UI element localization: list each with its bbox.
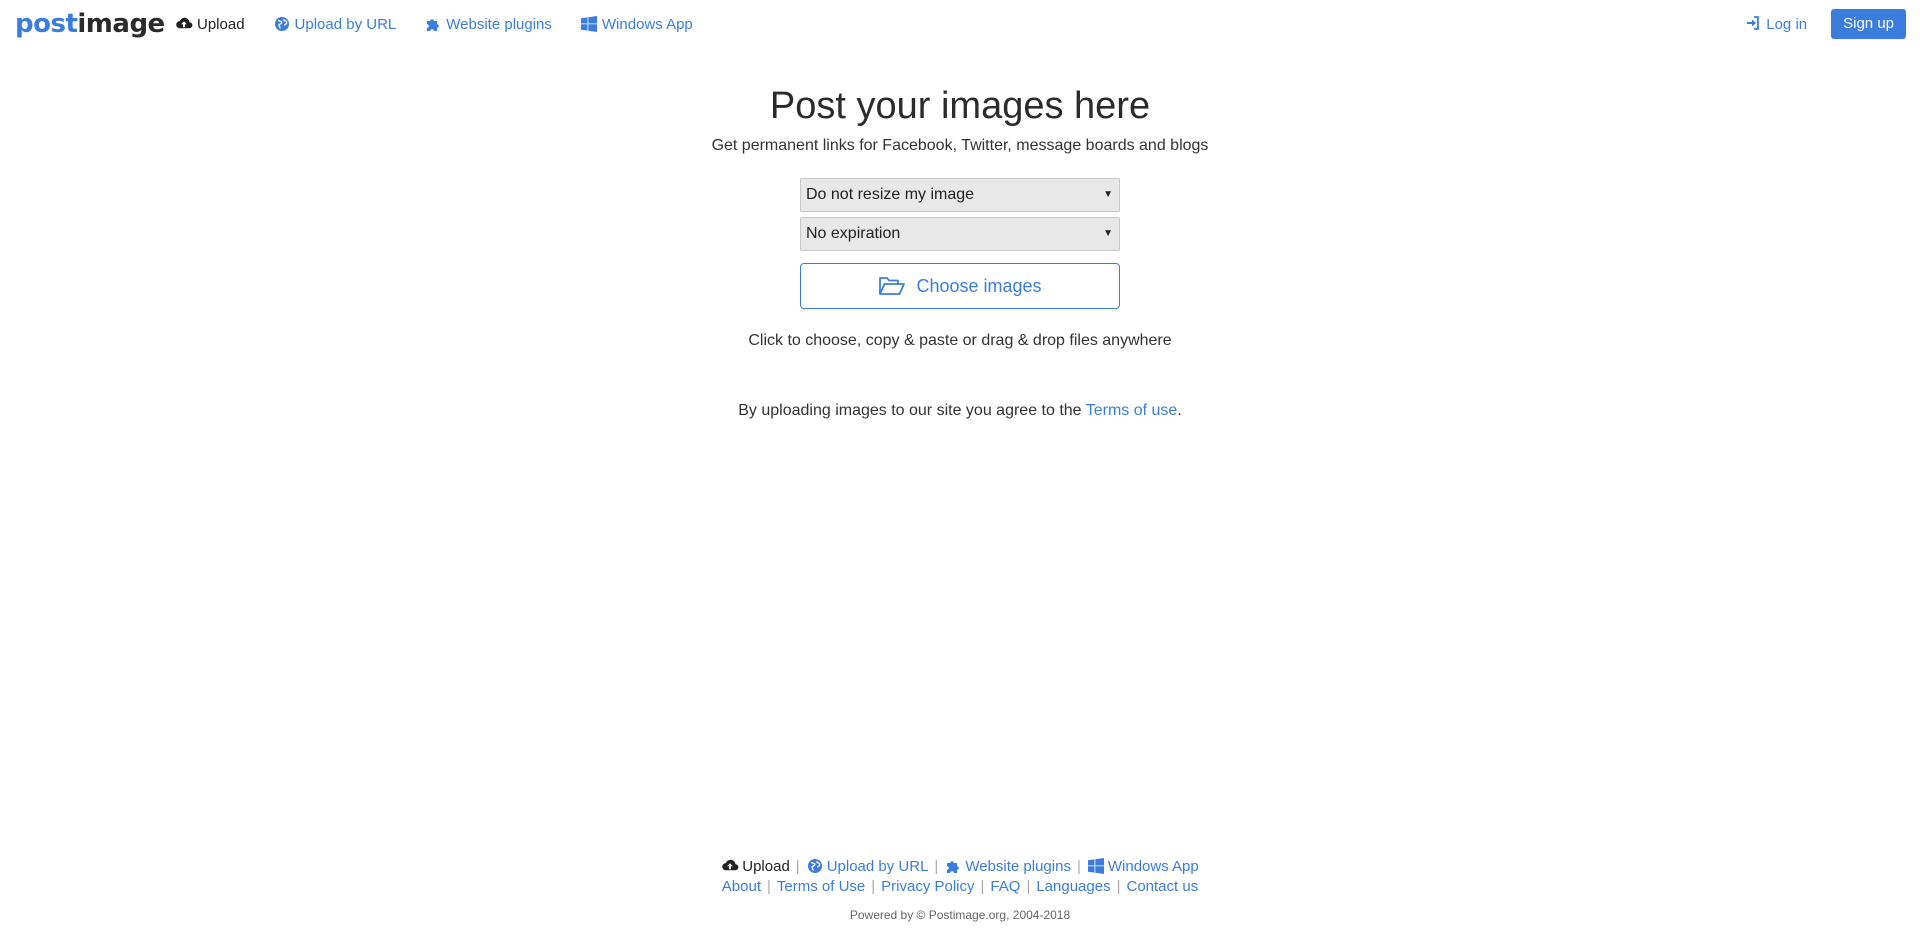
footer-nav-secondary: About | Terms of Use | Privacy Policy | … [721, 877, 1199, 895]
footer-about-link[interactable]: About [722, 878, 761, 895]
cloud-upload-icon [175, 15, 193, 33]
signup-button[interactable]: Sign up [1831, 9, 1906, 39]
footer-faq-link[interactable]: FAQ [990, 878, 1020, 895]
folder-open-icon [878, 275, 906, 297]
terms-of-use-link[interactable]: Terms of use [1086, 402, 1178, 419]
globe-icon [273, 15, 291, 33]
footer-website-plugins-link[interactable]: Website plugins [944, 857, 1071, 875]
dropdown-arrow-icon: ▼ [1103, 228, 1113, 239]
sign-in-icon [1746, 16, 1762, 32]
choose-images-button[interactable]: Choose images [800, 263, 1120, 309]
page-footer: Upload | Upload by URL | Website plugins… [0, 856, 1920, 923]
windows-icon [580, 15, 598, 33]
footer-windows-app-link[interactable]: Windows App [1087, 857, 1199, 875]
footer-contact-link[interactable]: Contact us [1127, 878, 1199, 895]
terms-notice: By uploading images to our site you agre… [738, 402, 1182, 419]
footer-upload-link[interactable]: Upload [721, 857, 790, 875]
globe-icon [806, 857, 824, 875]
upload-options: Do not resize my image ▼ No expiration ▼ [800, 178, 1120, 251]
main-nav: Upload Upload by URL Website plugins Win… [175, 13, 721, 35]
dropdown-arrow-icon: ▼ [1103, 189, 1113, 200]
expiration-select[interactable]: No expiration ▼ [800, 217, 1120, 251]
footer-languages-link[interactable]: Languages [1036, 878, 1110, 895]
nav-windows-app[interactable]: Windows App [580, 15, 693, 33]
cloud-upload-icon [721, 857, 739, 875]
nav-website-plugins[interactable]: Website plugins [424, 15, 552, 33]
footer-upload-by-url-link[interactable]: Upload by URL [806, 857, 928, 875]
upload-panel: Post your images here Get permanent link… [0, 80, 1920, 423]
upload-hint: Click to choose, copy & paste or drag & … [748, 332, 1172, 349]
nav-upload[interactable]: Upload [175, 15, 245, 33]
top-navbar: postimage Upload Upload by URL Website p… [0, 0, 1920, 48]
puzzle-icon [424, 15, 442, 33]
footer-nav-primary: Upload | Upload by URL | Website plugins… [0, 856, 1920, 876]
powered-by-text: Powered by © Postimage.org, 2004-2018 [849, 908, 1071, 922]
footer-privacy-link[interactable]: Privacy Policy [881, 878, 974, 895]
footer-terms-link[interactable]: Terms of Use [777, 878, 865, 895]
puzzle-icon [944, 857, 962, 875]
nav-upload-by-url[interactable]: Upload by URL [273, 15, 396, 33]
page-subtitle: Get permanent links for Facebook, Twitte… [711, 137, 1209, 154]
resize-select[interactable]: Do not resize my image ▼ [800, 178, 1120, 212]
windows-icon [1087, 857, 1105, 875]
login-link[interactable]: Log in [1746, 16, 1807, 33]
page-title: Post your images here [769, 85, 1151, 127]
account-nav: Log in Sign up [1746, 9, 1906, 39]
postimage-logo[interactable]: postimage [15, 9, 165, 39]
